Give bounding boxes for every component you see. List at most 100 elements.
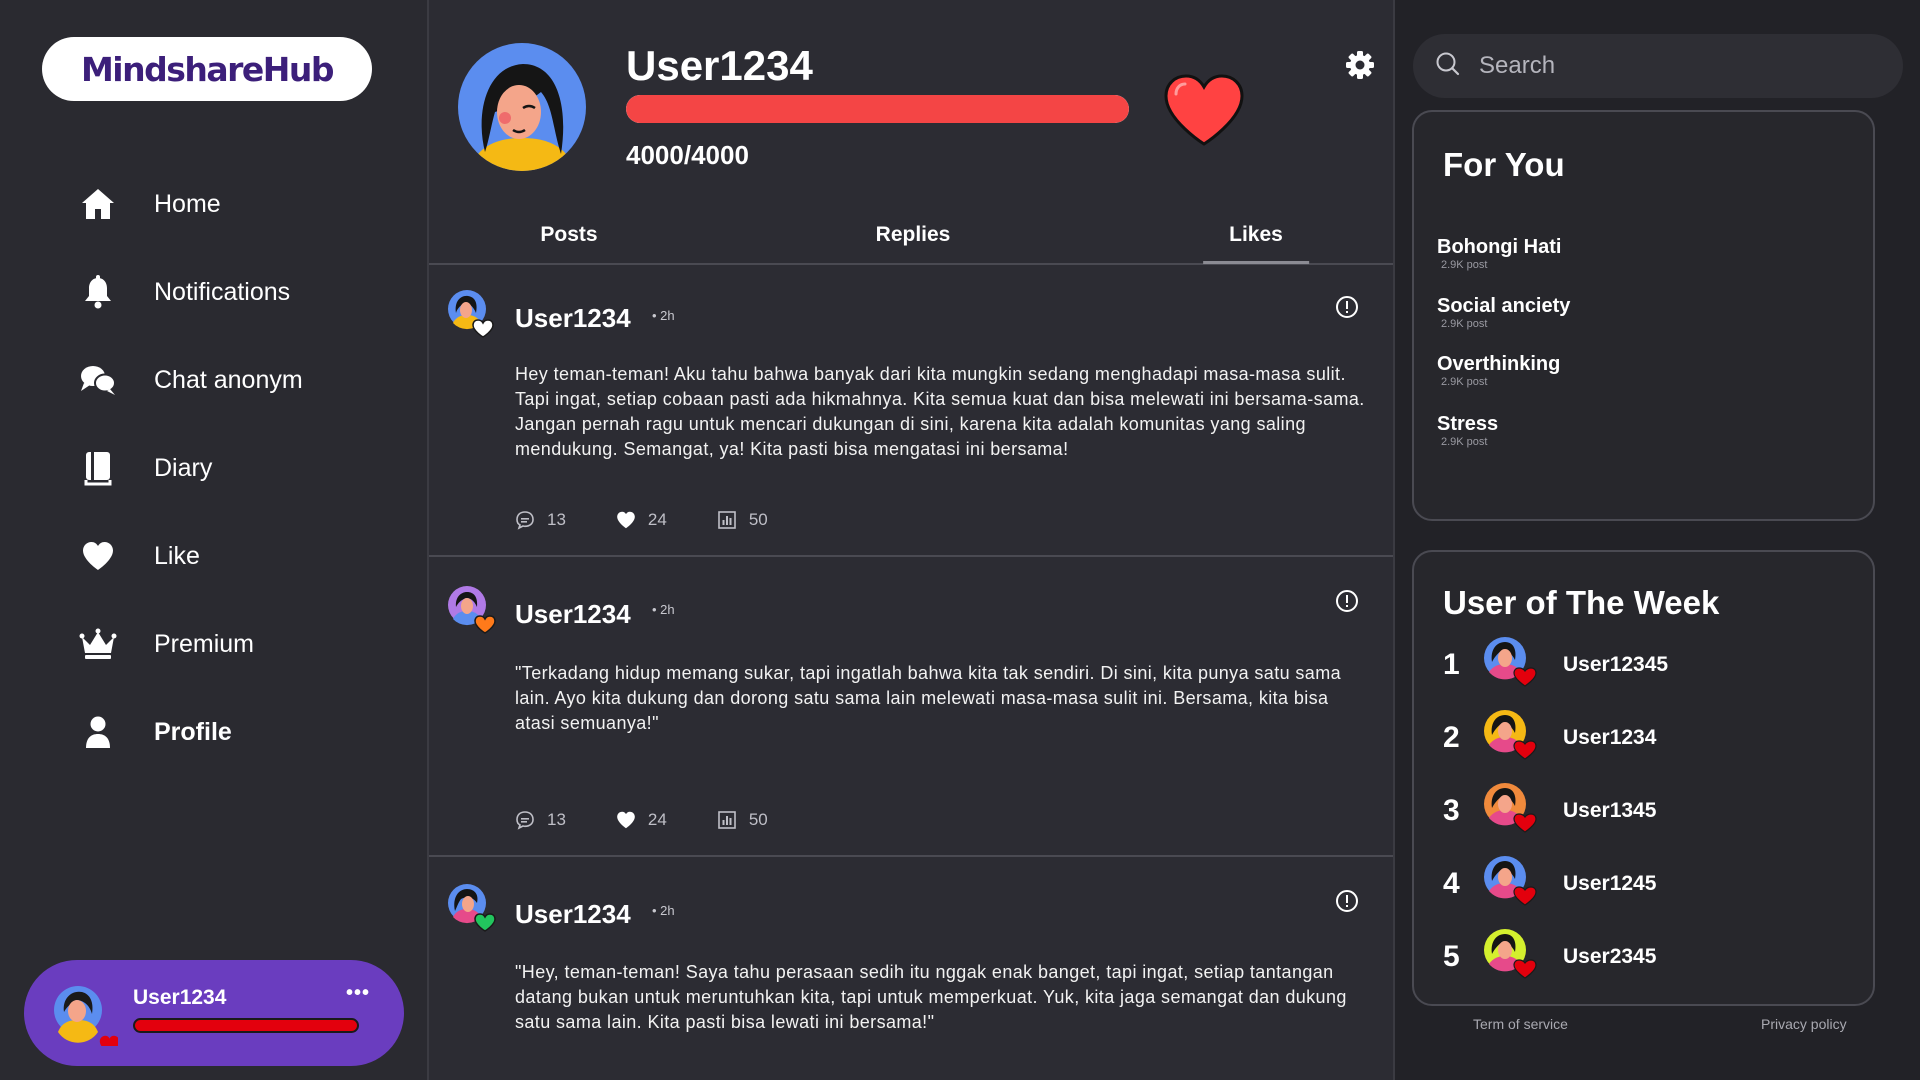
comment-count-value: 13 xyxy=(547,510,566,529)
sidebar-item-label: Chat anonym xyxy=(154,365,303,394)
like-count[interactable]: 24 xyxy=(616,510,667,530)
rank-number: 4 xyxy=(1443,866,1460,900)
post-card[interactable]: User1234 • 2h "Hey, teman-teman! Saya ta… xyxy=(429,857,1393,1080)
topic-count: 2.9K post xyxy=(1441,259,1488,271)
trending-topic[interactable]: Social anciety 2.9K post xyxy=(1437,295,1570,330)
settings-gear-icon[interactable] xyxy=(1345,50,1375,85)
ranking-row[interactable]: 1 User12345 xyxy=(1443,636,1668,693)
post-author[interactable]: User1234 xyxy=(515,303,631,334)
avatar xyxy=(1483,928,1539,985)
heart-icon xyxy=(1162,72,1246,153)
logo-text: MindshareHub xyxy=(80,49,335,89)
post-card[interactable]: User1234 • 2h Hey teman-teman! Aku tahu … xyxy=(429,265,1393,557)
profile-tabs: Posts Replies Likes xyxy=(429,215,1393,265)
more-options-button[interactable]: ••• xyxy=(346,982,370,1005)
post-time: • 2h xyxy=(652,308,675,323)
heart-icon xyxy=(617,511,635,529)
sidebar-item-home[interactable]: Home xyxy=(78,160,378,248)
rank-user-name: User2345 xyxy=(1563,944,1657,968)
user-icon xyxy=(78,712,118,752)
trending-topic[interactable]: Stress 2.9K post xyxy=(1437,413,1498,448)
diary-icon xyxy=(78,448,118,488)
search-input[interactable] xyxy=(1479,52,1859,80)
profile-name: User1234 xyxy=(626,42,813,89)
topic-name: Bohongi Hati xyxy=(1437,236,1562,258)
post-body: Hey teman-teman! Aku tahu bahwa banyak d… xyxy=(515,364,1365,459)
app-logo[interactable]: MindshareHub xyxy=(42,37,372,101)
rank-user-name: User12345 xyxy=(1563,652,1669,676)
profile-hp-fill xyxy=(626,95,1129,123)
privacy-link[interactable]: Privacy policy xyxy=(1761,1016,1847,1032)
report-info-icon[interactable] xyxy=(1335,295,1359,324)
ranking-row[interactable]: 5 User2345 xyxy=(1443,928,1656,985)
tab-replies[interactable]: Replies xyxy=(876,223,951,247)
topic-name: Overthinking xyxy=(1437,353,1561,375)
sidebar-item-premium[interactable]: Premium xyxy=(78,600,378,688)
bar-chart-icon xyxy=(718,811,736,829)
post-author[interactable]: User1234 xyxy=(515,899,631,930)
comment-count[interactable]: 13 xyxy=(515,810,566,830)
avatar xyxy=(1483,709,1539,766)
like-count[interactable]: 24 xyxy=(616,810,667,830)
report-info-icon[interactable] xyxy=(1335,889,1359,918)
avatar xyxy=(1483,855,1539,912)
bar-chart-icon xyxy=(718,511,736,529)
view-count[interactable]: 50 xyxy=(717,510,768,530)
comment-icon xyxy=(516,511,534,530)
ranking-row[interactable]: 4 User1245 xyxy=(1443,855,1656,912)
view-count-value: 50 xyxy=(748,510,768,529)
post-author[interactable]: User1234 xyxy=(515,599,631,630)
home-icon xyxy=(78,184,118,224)
heart-icon xyxy=(78,536,118,576)
sidebar-item-label: Notifications xyxy=(154,277,291,306)
sidebar-item-notifications[interactable]: Notifications xyxy=(78,248,378,336)
for-you-card: For You Bohongi Hati 2.9K post Social an… xyxy=(1412,110,1875,521)
view-count[interactable]: 50 xyxy=(717,810,768,830)
sidebar-item-diary[interactable]: Diary xyxy=(78,424,378,512)
view-count-value: 50 xyxy=(748,810,768,829)
rank-number: 1 xyxy=(1443,647,1460,681)
sidebar-nav: Home Notifications Chat anonym Diary Lik… xyxy=(78,160,378,776)
topic-name: Stress xyxy=(1437,413,1499,435)
avatar xyxy=(1483,636,1539,693)
post-time: • 2h xyxy=(652,602,675,617)
tab-likes[interactable]: Likes xyxy=(1203,223,1309,264)
post-body: "Hey, teman-teman! Saya tahu perasaan se… xyxy=(515,962,1347,1032)
profile-hp-bar xyxy=(626,95,1129,123)
avatar xyxy=(1483,782,1539,839)
rank-user-name: User1234 xyxy=(1563,725,1657,749)
sidebar-item-label: Profile xyxy=(154,717,232,746)
report-info-icon[interactable] xyxy=(1335,589,1359,618)
current-user-card[interactable]: User1234 ••• xyxy=(24,960,404,1066)
rank-number: 5 xyxy=(1443,939,1460,973)
right-panel: For You Bohongi Hati 2.9K post Social an… xyxy=(1395,0,1920,1080)
comment-count[interactable]: 13 xyxy=(515,510,566,530)
sidebar-item-chat[interactable]: Chat anonym xyxy=(78,336,378,424)
sidebar-item-profile[interactable]: Profile xyxy=(78,688,378,776)
post-time: • 2h xyxy=(652,903,675,918)
ranking-row[interactable]: 3 User1345 xyxy=(1443,782,1656,839)
avatar xyxy=(447,883,499,940)
post-card[interactable]: User1234 • 2h "Terkadang hidup memang su… xyxy=(429,557,1393,857)
topic-count: 2.9K post xyxy=(1441,318,1488,330)
like-count-value: 24 xyxy=(647,810,667,829)
sidebar-item-like[interactable]: Like xyxy=(78,512,378,600)
search-bar[interactable] xyxy=(1413,34,1903,98)
ranking-row[interactable]: 2 User1234 xyxy=(1443,709,1656,766)
sidebar: MindshareHub Home Notifications Chat ano… xyxy=(0,0,429,1080)
profile-avatar xyxy=(457,42,587,177)
sidebar-item-label: Premium xyxy=(154,629,255,658)
avatar xyxy=(447,585,499,642)
user-of-week-card: User of The Week 1 User12345 2 User1234 3 Use… xyxy=(1412,550,1875,1006)
rank-number: 3 xyxy=(1443,793,1460,827)
search-icon xyxy=(1435,51,1461,82)
rank-number: 2 xyxy=(1443,720,1460,754)
tab-posts[interactable]: Posts xyxy=(540,223,597,247)
avatar xyxy=(52,984,120,1053)
main-content: User1234 4000/4000 Posts Replies Likes U… xyxy=(429,0,1395,1080)
terms-link[interactable]: Term of service xyxy=(1473,1016,1568,1032)
trending-topic[interactable]: Bohongi Hati 2.9K post xyxy=(1437,236,1561,271)
sidebar-item-label: Home xyxy=(154,189,221,218)
comment-count-value: 13 xyxy=(547,810,566,829)
trending-topic[interactable]: Overthinking 2.9K post xyxy=(1437,353,1560,388)
